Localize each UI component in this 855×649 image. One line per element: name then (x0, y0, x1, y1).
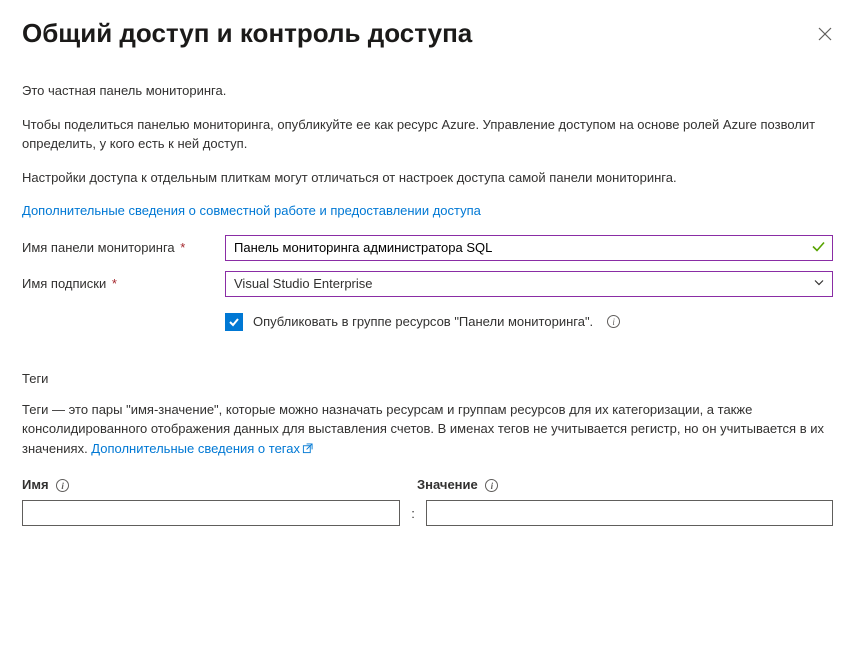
subscription-label: Имя подписки * (22, 276, 225, 291)
learn-more-tags-link[interactable]: Дополнительные сведения о тегах (91, 441, 313, 456)
tag-name-input[interactable] (22, 500, 400, 526)
external-link-icon (302, 440, 313, 460)
info-icon[interactable]: i (607, 315, 620, 328)
publish-checkbox-label: Опубликовать в группе ресурсов "Панели м… (253, 314, 593, 329)
intro-text-2: Чтобы поделиться панелью мониторинга, оп… (22, 115, 833, 154)
tags-description: Теги — это пары "имя-значение", которые … (22, 400, 833, 460)
subscription-select-value: Visual Studio Enterprise (234, 276, 373, 291)
intro-text-3: Настройки доступа к отдельным плиткам мо… (22, 168, 833, 188)
publish-checkbox[interactable] (225, 313, 243, 331)
tag-value-input[interactable] (426, 500, 833, 526)
dashboard-name-label: Имя панели мониторинга * (22, 240, 225, 255)
required-marker: * (177, 240, 186, 255)
checkmark-icon (228, 316, 240, 328)
chevron-down-icon (813, 276, 825, 291)
close-button[interactable] (817, 26, 833, 42)
learn-more-sharing-link[interactable]: Дополнительные сведения о совместной раб… (22, 203, 481, 218)
intro-text-1: Это частная панель мониторинга. (22, 81, 833, 101)
validation-ok-icon (811, 239, 825, 256)
subscription-select[interactable]: Visual Studio Enterprise (225, 271, 833, 297)
dashboard-name-input[interactable] (225, 235, 833, 261)
info-icon[interactable]: i (56, 479, 69, 492)
tags-value-header: Значение i (417, 477, 833, 492)
close-icon (818, 27, 832, 41)
required-marker: * (108, 276, 117, 291)
tag-separator: : (400, 506, 426, 521)
tags-section-title: Теги (22, 371, 833, 386)
tags-name-header: Имя i (22, 477, 417, 492)
page-title: Общий доступ и контроль доступа (22, 18, 472, 49)
info-icon[interactable]: i (485, 479, 498, 492)
tag-row: : (22, 500, 833, 526)
